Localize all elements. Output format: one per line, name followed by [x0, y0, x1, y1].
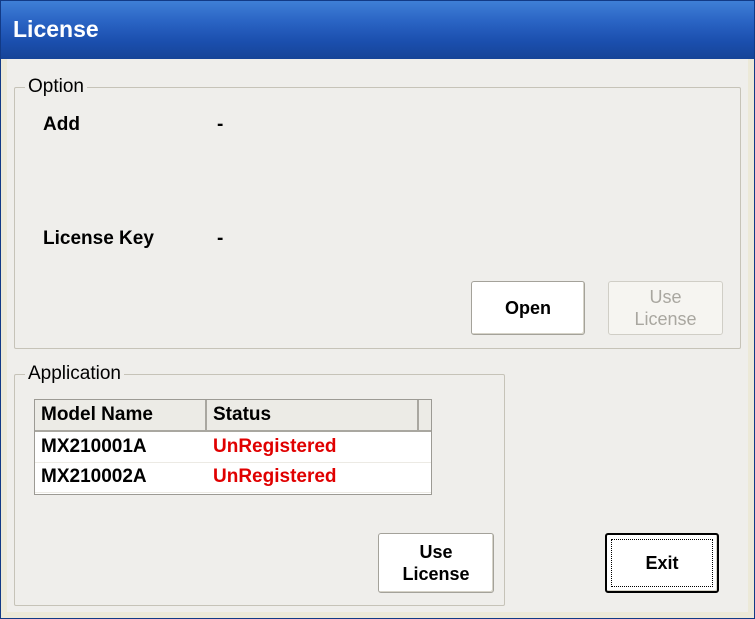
- status-cell: UnRegistered: [213, 466, 337, 487]
- column-header-status[interactable]: Status: [207, 400, 419, 430]
- application-use-license-line2: License: [402, 564, 470, 584]
- model-name-cell: MX210002A: [41, 466, 147, 487]
- application-use-license-line1: Use: [419, 542, 453, 562]
- window-title: License: [13, 16, 99, 42]
- table-row[interactable]: MX210001A UnRegistered: [35, 432, 431, 463]
- column-header-model-name[interactable]: Model Name: [35, 400, 207, 430]
- exit-button[interactable]: Exit: [605, 533, 719, 593]
- application-use-license-button[interactable]: Use License: [378, 533, 494, 593]
- title-bar[interactable]: License: [1, 1, 754, 59]
- license-dialog: License Option Add - License Key - Open …: [0, 0, 755, 619]
- model-name-cell: MX210001A: [41, 436, 147, 457]
- table-row[interactable]: MX210002A UnRegistered: [35, 462, 431, 493]
- application-group-label: Application: [25, 363, 124, 385]
- option-group-label: Option: [25, 76, 87, 98]
- license-key-label: License Key: [43, 228, 154, 249]
- table-header: Model Name Status: [35, 400, 431, 432]
- option-use-license-line2: License: [634, 309, 697, 329]
- option-use-license-button[interactable]: Use License: [608, 281, 723, 335]
- dialog-body: Option Add - License Key - Open Use Lice…: [7, 59, 748, 612]
- focus-rectangle: [611, 539, 713, 587]
- application-group: Application Model Name Status MX210001A …: [14, 363, 505, 606]
- open-button[interactable]: Open: [471, 281, 585, 335]
- option-use-license-line1: Use: [649, 287, 682, 307]
- license-key-value: -: [217, 228, 224, 249]
- add-value: -: [217, 114, 224, 135]
- add-label: Add: [43, 114, 80, 135]
- status-cell: UnRegistered: [213, 436, 337, 457]
- option-group: Option Add - License Key - Open Use Lice…: [14, 76, 741, 349]
- open-button-label: Open: [504, 298, 551, 318]
- application-table: Model Name Status MX210001A UnRegistered…: [34, 399, 432, 495]
